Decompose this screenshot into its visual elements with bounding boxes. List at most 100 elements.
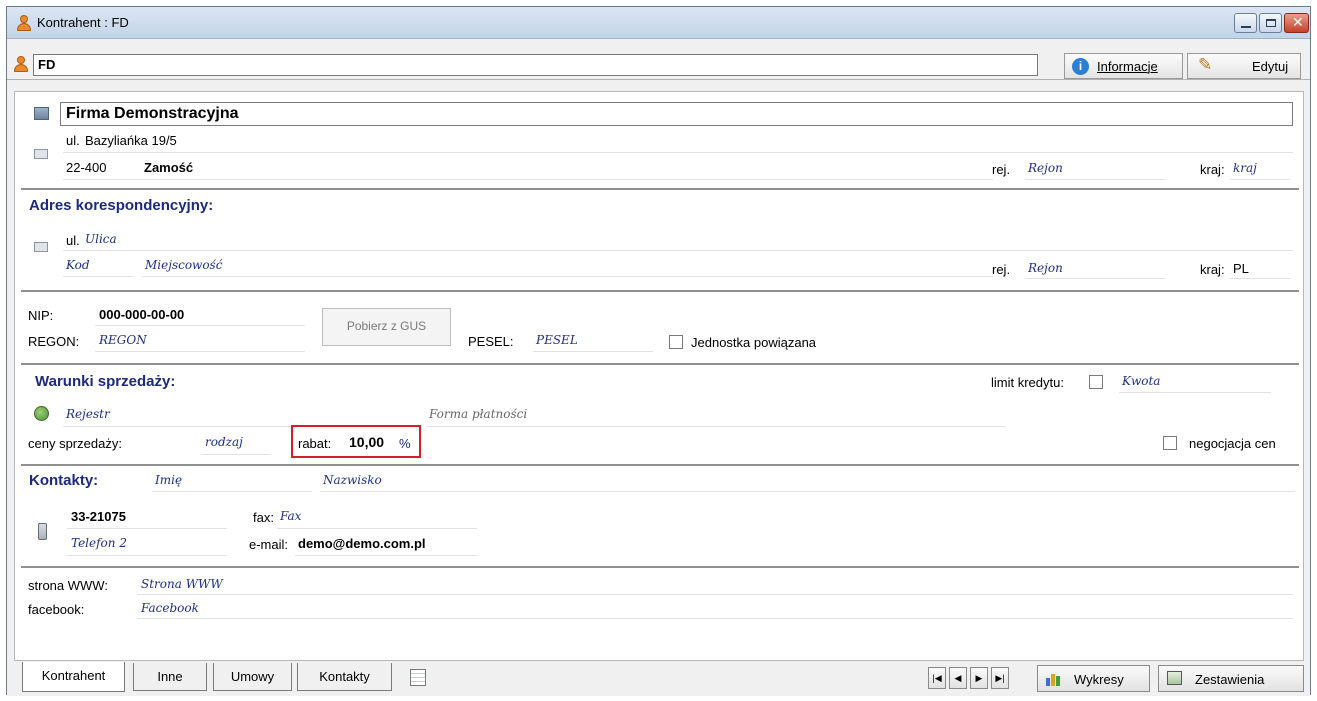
- country-label: kraj:: [1200, 162, 1225, 177]
- credit-limit-checkbox[interactable]: [1089, 375, 1103, 389]
- corr-country-label: kraj:: [1200, 262, 1225, 277]
- maximize-button[interactable]: [1259, 13, 1282, 33]
- nip-field[interactable]: 000-000-00-00: [99, 307, 184, 322]
- sales-title: Warunki sprzedaży:: [35, 373, 176, 390]
- discount-unit: %: [399, 436, 411, 451]
- last-record-button[interactable]: ▶|: [991, 667, 1009, 689]
- contractor-window: Kontrahent : FD ✕ FD i Informacje ✎ Edyt…: [6, 6, 1311, 696]
- facebook-field[interactable]: Facebook: [141, 601, 199, 615]
- sales-prices-label: ceny sprzedaży:: [28, 436, 122, 451]
- fax-label: fax:: [253, 510, 274, 525]
- window-title: Kontrahent : FD: [37, 15, 129, 30]
- contractor-form: Firma Demonstracyjna ul. Bazyliańka 19/5…: [14, 91, 1304, 661]
- correspondence-card-icon: [34, 242, 48, 252]
- previous-icon: ◀: [954, 673, 962, 683]
- contacts-title: Kontakty:: [29, 472, 99, 489]
- summaries-label: Zestawienia: [1195, 672, 1265, 687]
- previous-record-button[interactable]: ◀: [949, 667, 967, 689]
- email-label: e-mail:: [249, 537, 289, 552]
- fax-field[interactable]: Fax: [280, 509, 301, 523]
- discount-box[interactable]: rabat: 10,00 %: [291, 425, 421, 458]
- minimize-icon: [1241, 26, 1251, 28]
- first-icon: |◀: [932, 673, 942, 683]
- related-unit-checkbox[interactable]: [669, 335, 683, 349]
- corr-city-field[interactable]: Miejscowość: [145, 258, 222, 272]
- bottom-bar: Kontrahent Inne Umowy Kontakty |◀ ◀ ▶ ▶|…: [7, 662, 1310, 696]
- title-bar: Kontrahent : FD ✕: [7, 7, 1310, 39]
- facebook-label: facebook:: [28, 602, 85, 617]
- price-negotiation-label: negocjacja cen: [1189, 436, 1276, 451]
- street-field[interactable]: Bazyliańka 19/5: [85, 133, 177, 148]
- contact-last-name-field[interactable]: Nazwisko: [323, 473, 382, 487]
- report-icon: [1167, 671, 1182, 685]
- charts-button[interactable]: Wykresy: [1037, 665, 1150, 692]
- street-prefix: ul.: [66, 133, 80, 148]
- contractor-icon: [16, 15, 32, 31]
- region-field[interactable]: Rejon: [1028, 161, 1063, 175]
- notes-icon[interactable]: [410, 669, 426, 686]
- corr-region-field[interactable]: Rejon: [1028, 261, 1063, 275]
- phone2-field[interactable]: Telefon 2: [71, 536, 127, 550]
- contact-first-name-field[interactable]: Imię: [155, 473, 182, 487]
- payment-form-field[interactable]: Forma płatności: [429, 407, 527, 421]
- corr-region-label: rej.: [992, 262, 1011, 277]
- tab-inne[interactable]: Inne: [133, 663, 207, 691]
- city-field[interactable]: Zamość: [144, 160, 193, 175]
- postal-code-field[interactable]: 22-400: [66, 160, 106, 175]
- tab-kontakty[interactable]: Kontakty: [297, 663, 392, 691]
- register-icon: [34, 406, 49, 421]
- pesel-field[interactable]: PESEL: [536, 333, 578, 347]
- next-record-button[interactable]: ▶: [970, 667, 988, 689]
- minimize-button[interactable]: [1234, 13, 1257, 33]
- tab-umowy-label: Umowy: [230, 669, 275, 684]
- tab-kontrahent[interactable]: Kontrahent: [22, 662, 125, 692]
- close-icon: ✕: [1292, 14, 1304, 30]
- price-negotiation-checkbox[interactable]: [1163, 436, 1177, 450]
- phone-icon: [38, 523, 47, 540]
- info-label: Informacje: [1097, 59, 1158, 74]
- credit-limit-label: limit kredytu:: [991, 375, 1064, 390]
- maximize-icon: [1266, 19, 1276, 27]
- charts-label: Wykresy: [1074, 672, 1124, 687]
- bar-chart-icon: [1046, 672, 1062, 686]
- tab-kontrahent-label: Kontrahent: [41, 668, 106, 683]
- credit-amount-field[interactable]: Kwota: [1122, 374, 1160, 388]
- tab-inne-label: Inne: [157, 669, 183, 684]
- contractor-small-icon: [13, 56, 29, 72]
- discount-value[interactable]: 10,00: [349, 434, 384, 450]
- price-kind-field[interactable]: rodzaj: [205, 435, 243, 449]
- corr-street-prefix: ul.: [66, 233, 80, 248]
- regon-field[interactable]: REGON: [99, 333, 147, 347]
- fetch-gus-button[interactable]: Pobierz z GUS: [322, 308, 451, 346]
- first-record-button[interactable]: |◀: [928, 667, 946, 689]
- edit-label: Edytuj: [1252, 59, 1289, 74]
- regon-label: REGON:: [28, 334, 80, 349]
- company-name-field[interactable]: Firma Demonstracyjna: [60, 102, 1293, 126]
- nip-label: NIP:: [28, 308, 54, 323]
- tab-umowy[interactable]: Umowy: [213, 663, 292, 691]
- www-label: strona WWW:: [28, 578, 108, 593]
- www-field[interactable]: Strona WWW: [141, 577, 223, 591]
- corr-country-field[interactable]: PL: [1233, 261, 1249, 276]
- corr-postal-code-field[interactable]: Kod: [66, 258, 90, 272]
- next-icon: ▶: [975, 673, 983, 683]
- related-unit-label: Jednostka powiązana: [691, 335, 817, 350]
- discount-label: rabat:: [298, 436, 332, 451]
- summaries-button[interactable]: Zestawienia: [1158, 665, 1304, 692]
- contractor-code-field[interactable]: FD: [33, 54, 1038, 76]
- register-field[interactable]: Rejestr: [66, 407, 110, 421]
- pencil-icon: ✎: [1198, 55, 1213, 74]
- close-button[interactable]: ✕: [1284, 13, 1309, 33]
- corr-street-field[interactable]: Ulica: [85, 232, 117, 246]
- name-bar: FD i Informacje ✎ Edytuj: [7, 40, 1310, 80]
- last-icon: ▶|: [995, 673, 1005, 683]
- info-button[interactable]: i Informacje: [1064, 53, 1183, 79]
- tab-kontakty-label: Kontakty: [319, 669, 370, 684]
- country-field[interactable]: kraj: [1233, 161, 1257, 175]
- pesel-label: PESEL:: [468, 334, 514, 349]
- phone-field[interactable]: 33-21075: [71, 509, 126, 524]
- edit-button[interactable]: ✎ Edytuj: [1187, 53, 1301, 79]
- email-field[interactable]: demo@demo.com.pl: [298, 536, 426, 551]
- correspondence-title: Adres korespondencyjny:: [29, 197, 214, 214]
- region-label: rej.: [992, 162, 1011, 177]
